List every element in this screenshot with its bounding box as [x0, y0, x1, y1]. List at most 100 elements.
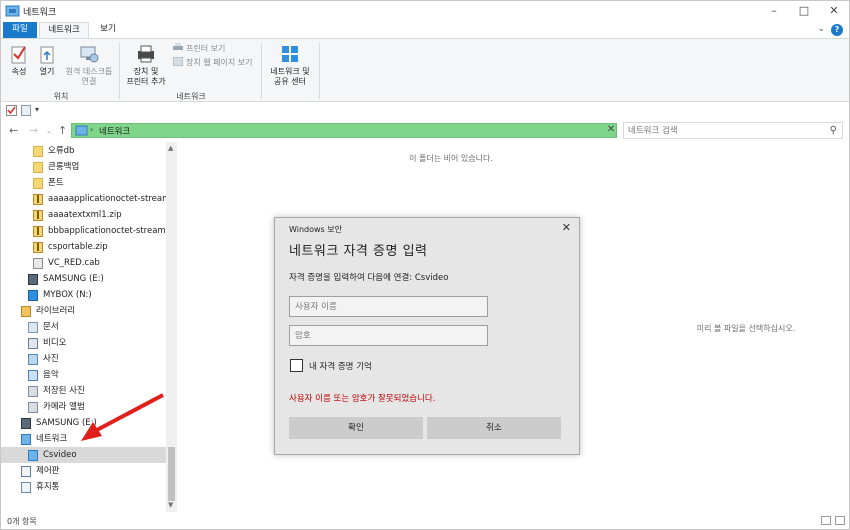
drive-icon — [21, 418, 31, 429]
network-icon — [21, 434, 31, 445]
tree-item[interactable]: 음악 — [1, 367, 166, 383]
computer-icon — [28, 450, 38, 461]
tree-item[interactable]: 오류db — [1, 143, 166, 159]
add-device-label-line1: 장치 및 — [133, 67, 159, 76]
tree-item-label: 네트워크 — [36, 434, 68, 444]
network-center-icon — [282, 46, 298, 62]
open-button[interactable]: 열기 — [35, 43, 59, 77]
ribbon-tab-row: 파일 네트워크 보기 ⌄ ? — [1, 21, 849, 38]
address-row: ← → ⌄ ↑ › 네트워크 ✕ ⚲ — [1, 120, 849, 142]
view-device-web-button[interactable]: 장치 웹 페이지 보기 — [173, 57, 253, 68]
library-icon — [21, 306, 31, 317]
minimize-button[interactable]: – — [759, 1, 789, 21]
tree-item[interactable]: 사진 — [1, 351, 166, 367]
tree-item[interactable]: 제어판 — [1, 463, 166, 479]
tab-view[interactable]: 보기 — [93, 22, 123, 38]
zip-icon — [33, 210, 43, 221]
tree-item-label: 폰트 — [48, 178, 64, 188]
location-group-label: 위치 — [53, 92, 69, 101]
remote-desktop-icon — [80, 46, 99, 63]
maximize-button[interactable]: □ — [789, 1, 819, 21]
forward-icon[interactable]: → — [29, 124, 38, 137]
up-icon[interactable]: ↑ — [58, 124, 67, 137]
view-printers-button[interactable]: 프린터 보기 — [173, 43, 225, 54]
tree-item[interactable]: Csvideo — [1, 447, 166, 463]
empty-folder-message: 이 폴더는 비어 있습니다. — [409, 154, 493, 163]
scrollbar-thumb[interactable] — [168, 447, 175, 501]
credentials-dialog: Windows 보안 ✕ 네트워크 자격 증명 입력 자격 증명을 입력하여 다… — [274, 217, 580, 455]
scroll-down-icon[interactable]: ▼ — [168, 501, 173, 509]
tree-item[interactable]: 비디오 — [1, 335, 166, 351]
open-label: 열기 — [39, 67, 55, 76]
clear-address-icon[interactable]: ✕ — [605, 124, 617, 137]
breadcrumb-separator-icon: › — [90, 125, 94, 134]
ribbon-expand-icon[interactable]: ⌄ — [817, 24, 825, 34]
tree-item[interactable]: SAMSUNG (E:) — [1, 271, 166, 287]
chevron-down-icon[interactable]: ▾ — [35, 105, 39, 114]
tree-item[interactable]: 라이브러리 — [1, 303, 166, 319]
tree-item-label: 사진 — [43, 354, 59, 364]
dialog-heading: 네트워크 자격 증명 입력 — [289, 244, 428, 259]
address-bar[interactable]: › 네트워크 — [71, 123, 617, 138]
tree-item-label: 휴지통 — [36, 482, 60, 492]
cancel-button[interactable]: 취소 — [427, 417, 561, 439]
tree-item-label: 비디오 — [43, 338, 67, 348]
network-center-button[interactable]: 네트워크 및 공유 센터 — [265, 43, 315, 87]
details-view-icon[interactable] — [821, 516, 831, 525]
search-box[interactable]: ⚲ — [623, 122, 843, 139]
annotation-arrow-icon — [81, 393, 164, 441]
navigation-scrollbar[interactable]: ▲ ▼ — [166, 142, 177, 512]
properties-icon[interactable] — [6, 105, 17, 116]
tree-item[interactable]: csportable.zip — [1, 239, 166, 255]
tree-item[interactable]: bbbapplicationoctet-stream2.zip — [1, 223, 177, 239]
tree-item-label: csportable.zip — [48, 242, 108, 252]
new-folder-icon[interactable] — [21, 105, 31, 116]
tree-item[interactable]: VC_RED.cab — [1, 255, 166, 271]
ribbon: 속성 열기 원격 데스크톱 연결 위치 장치 및 프린터 추가 프린터 보기 장… — [1, 38, 849, 102]
tree-item-label: aaaatextxml1.zip — [48, 210, 122, 220]
properties-button[interactable]: 속성 — [5, 43, 33, 77]
search-icon[interactable]: ⚲ — [830, 125, 837, 136]
tree-item[interactable]: 휴지통 — [1, 479, 166, 495]
zip-icon — [33, 226, 43, 237]
error-message: 사용자 이름 또는 암호가 잘못되었습니다. — [289, 394, 436, 404]
tree-item[interactable]: 큰롱백업 — [1, 159, 166, 175]
breadcrumb[interactable]: 네트워크 — [99, 125, 130, 137]
ok-button[interactable]: 확인 — [289, 417, 423, 439]
tree-item[interactable]: 폰트 — [1, 175, 166, 191]
tree-item-label: MYBOX (N:) — [43, 290, 92, 300]
tree-item-label: 문서 — [43, 322, 59, 332]
folder-icon — [33, 146, 43, 157]
ribbon-separator — [119, 43, 120, 99]
remember-credentials-checkbox[interactable] — [290, 359, 303, 372]
recent-chevron-icon[interactable]: ⌄ — [46, 127, 52, 135]
help-icon[interactable]: ? — [831, 24, 843, 36]
navigation-pane[interactable]: 오류db 큰롱백업폰트 aaaaapplicationoctet-stream2.z… — [1, 142, 177, 512]
drive-icon — [28, 274, 38, 285]
tree-item-label: 음악 — [43, 370, 59, 380]
tab-file[interactable]: 파일 — [3, 22, 37, 38]
dialog-close-icon[interactable]: ✕ — [562, 222, 571, 234]
network-center-label-line2: 공유 센터 — [274, 77, 306, 86]
close-button[interactable]: ✕ — [819, 1, 849, 21]
tree-item[interactable]: MYBOX (N:) — [1, 287, 166, 303]
tab-network[interactable]: 네트워크 — [39, 22, 89, 38]
scroll-up-icon[interactable]: ▲ — [168, 144, 173, 152]
remote-desktop-button[interactable]: 원격 데스크톱 연결 — [61, 43, 117, 87]
tree-item[interactable]: aaaaapplicationoctet-stream2.zip — [1, 191, 177, 207]
search-input[interactable] — [628, 124, 818, 137]
dialog-caption: Windows 보안 — [289, 225, 342, 234]
username-field[interactable] — [289, 296, 488, 317]
control-panel-icon — [21, 466, 31, 477]
large-icons-view-icon[interactable] — [835, 516, 845, 525]
tree-item[interactable]: 문서 — [1, 319, 166, 335]
documents-icon — [28, 322, 38, 333]
back-icon[interactable]: ← — [9, 124, 18, 137]
password-field[interactable] — [289, 325, 488, 346]
tree-item[interactable]: aaaatextxml1.zip — [1, 207, 166, 223]
add-device-button[interactable]: 장치 및 프린터 추가 — [123, 43, 169, 87]
window-title: 네트워크 — [23, 8, 57, 18]
tree-item-label: bbbapplicationoctet-stream2.zip — [48, 226, 177, 236]
saved-pictures-icon — [28, 386, 38, 397]
cab-icon — [33, 258, 43, 269]
